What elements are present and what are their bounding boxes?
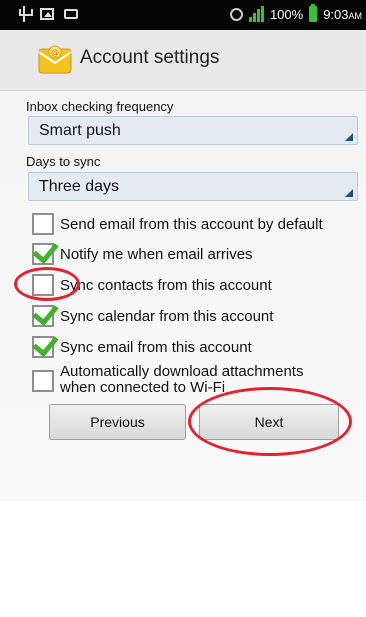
- checkbox-label-line1: Automatically download attachments: [60, 363, 304, 380]
- checkbox-label: Sync email from this account: [60, 338, 252, 356]
- checkmark-icon: [32, 329, 59, 358]
- checkbox-default-account[interactable]: [32, 213, 54, 235]
- svg-text:@: @: [51, 48, 59, 57]
- dropdown-corner-icon: [345, 189, 353, 197]
- checkmark-icon: [32, 236, 59, 265]
- settings-form: Inbox checking frequency Smart push Days…: [0, 91, 366, 501]
- inbox-frequency-select[interactable]: Smart push: [28, 116, 358, 145]
- days-to-sync-value: Three days: [39, 178, 120, 195]
- checkbox-row-sync-email[interactable]: Sync email from this account: [32, 329, 252, 360]
- image-notification-icon: [40, 8, 54, 20]
- checkbox-sync-email[interactable]: [32, 329, 59, 358]
- dropdown-corner-icon: [345, 133, 353, 141]
- signal-icon: [248, 6, 264, 22]
- clock-ampm: AM: [348, 10, 363, 21]
- inbox-frequency-label: Inbox checking frequency: [26, 99, 174, 114]
- checkbox-row-auto-download[interactable]: [32, 368, 54, 394]
- page-title: Account settings: [80, 47, 220, 68]
- inbox-frequency-value: Smart push: [39, 122, 121, 139]
- checkmark-icon: [32, 298, 59, 327]
- clock: 9:03: [323, 6, 349, 22]
- checkbox-auto-download[interactable]: [32, 370, 54, 392]
- checkbox-label: Notify me when email arrives: [60, 245, 253, 263]
- checkbox-label-line2: when connected to Wi-Fi: [60, 379, 226, 396]
- checkbox-sync-calendar[interactable]: [32, 298, 59, 327]
- checkbox-label: Sync contacts from this account: [60, 276, 272, 294]
- alarm-icon: [229, 7, 243, 21]
- title-bar: @ Account settings: [0, 30, 366, 91]
- previous-button[interactable]: Previous: [49, 404, 186, 440]
- usb-icon: [18, 6, 33, 22]
- days-to-sync-select[interactable]: Three days: [28, 172, 358, 201]
- checkbox-row-sync-calendar[interactable]: Sync calendar from this account: [32, 298, 274, 329]
- checkbox-row-sync-contacts[interactable]: Sync contacts from this account: [32, 272, 272, 298]
- checkbox-label: Sync calendar from this account: [60, 307, 274, 325]
- status-bar: 100% 9:03AM: [0, 0, 366, 30]
- email-app-icon: @: [38, 45, 72, 74]
- checkbox-row-default-account[interactable]: Send email from this account by default: [32, 211, 323, 237]
- keyboard-icon: [64, 9, 78, 19]
- checkbox-notify[interactable]: [32, 236, 59, 265]
- battery-icon: [309, 4, 318, 22]
- checkbox-sync-contacts[interactable]: [32, 274, 54, 296]
- checkbox-label: Send email from this account by default: [60, 215, 323, 233]
- battery-percent: 100%: [269, 6, 304, 22]
- next-button[interactable]: Next: [199, 404, 339, 440]
- days-to-sync-label: Days to sync: [26, 154, 101, 169]
- checkbox-row-notify[interactable]: Notify me when email arrives: [32, 236, 253, 267]
